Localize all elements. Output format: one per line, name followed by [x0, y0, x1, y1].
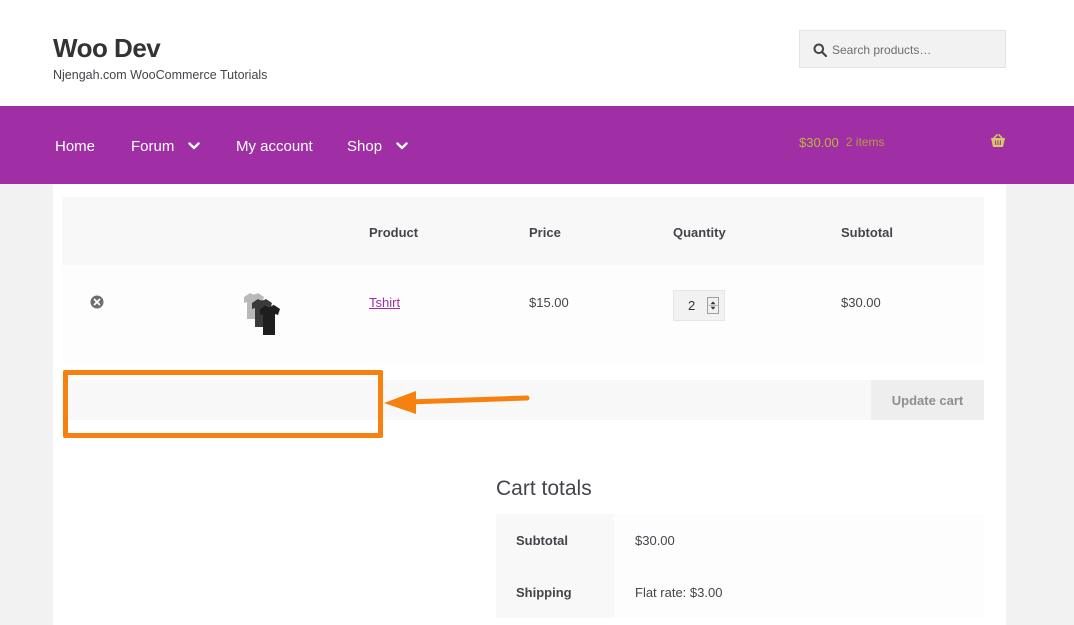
totals-value: Flat rate: $3.00	[614, 566, 984, 618]
totals-value: $30.00	[614, 514, 984, 566]
cart-count: 2 items	[845, 135, 885, 149]
nav-item-label: Home	[55, 137, 96, 155]
column-header-price: Price	[529, 225, 561, 240]
search-icon	[813, 43, 827, 57]
nav-item-shop[interactable]: Shop	[347, 136, 408, 156]
totals-row-subtotal: Subtotal $30.00	[496, 514, 984, 566]
chevron-down-icon	[396, 142, 408, 150]
table-row: Tshirt $15.00 2 $30.00	[62, 265, 984, 363]
nav-item-home[interactable]: Home	[55, 136, 95, 156]
totals-row-shipping: Shipping Flat rate: $3.00	[496, 566, 984, 618]
update-cart-button[interactable]: Update cart	[871, 380, 984, 420]
primary-navigation: Home Forum My account Shop $30.00 2 item…	[0, 106, 1074, 184]
column-header-quantity: Quantity	[673, 225, 726, 240]
product-thumbnail[interactable]	[236, 291, 290, 339]
search-input[interactable]	[832, 39, 1002, 61]
nav-item-forum[interactable]: Forum	[131, 136, 201, 156]
product-price: $15.00	[529, 295, 569, 310]
basket-icon	[991, 134, 1005, 147]
cart-amount: $30.00	[799, 134, 839, 150]
nav-item-my-account[interactable]: My account	[236, 136, 313, 156]
product-subtotal: $30.00	[841, 295, 881, 310]
product-name-link[interactable]: Tshirt	[369, 295, 400, 310]
nav-item-label: Forum	[131, 137, 175, 155]
quantity-value: 2	[688, 298, 696, 313]
cart-table-header: Product Price Quantity Subtotal	[62, 197, 984, 265]
annotation-highlight-box	[63, 370, 383, 438]
remove-item-icon[interactable]	[90, 295, 104, 309]
annotation-arrow-icon	[384, 391, 530, 414]
search-box[interactable]	[799, 30, 1006, 68]
cart-totals-title: Cart totals	[496, 477, 592, 500]
spinner-arrows-icon[interactable]	[707, 297, 719, 314]
site-tagline: Njengah.com WooCommerce Tutorials	[53, 68, 268, 82]
nav-item-label: Shop	[347, 137, 383, 155]
totals-label: Shipping	[496, 566, 614, 618]
column-header-product: Product	[369, 225, 419, 240]
column-header-subtotal: Subtotal	[841, 225, 893, 240]
site-header: Woo Dev Njengah.com WooCommerce Tutorial…	[0, 0, 1074, 106]
nav-item-label: My account	[236, 137, 313, 155]
site-title[interactable]: Woo Dev	[53, 33, 161, 64]
header-cart-link[interactable]: $30.00 2 items	[799, 132, 1006, 152]
totals-label: Subtotal	[496, 514, 614, 566]
chevron-down-icon	[188, 142, 201, 150]
quantity-stepper[interactable]: 2	[673, 290, 725, 321]
